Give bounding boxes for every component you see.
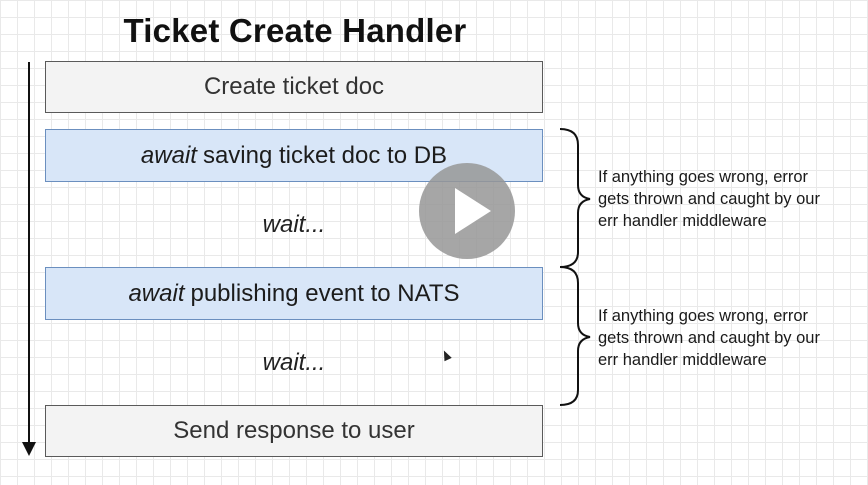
step-publish-event: await publishing event to NATS <box>45 267 543 320</box>
step-send-response: Send response to user <box>45 405 543 457</box>
note-first-line1: If anything goes wrong, error <box>598 168 809 186</box>
note-first-line2: gets thrown and caught by our <box>598 190 820 208</box>
play-icon[interactable] <box>419 163 515 259</box>
step-send-label: Send response to user <box>173 417 415 444</box>
step-publish-await: await <box>128 279 185 307</box>
error-note-first: If anything goes wrong, error gets throw… <box>598 166 863 232</box>
step-create-ticket-doc: Create ticket doc <box>45 61 543 113</box>
note-second-line1: If anything goes wrong, error <box>598 307 809 325</box>
note-second-line2: gets thrown and caught by our <box>598 329 820 347</box>
step-publish-label: publishing event to NATS <box>190 279 460 307</box>
timeline-arrow <box>22 62 36 456</box>
step-save-label: saving ticket doc to DB <box>202 141 448 169</box>
play-triangle <box>455 188 491 234</box>
step-save-await: await <box>140 141 197 169</box>
wait-label-second: wait... <box>262 349 326 376</box>
note-first-line3: err handler middleware <box>598 212 767 230</box>
brace-first <box>559 128 591 268</box>
note-second-line3: err handler middleware <box>598 351 767 369</box>
error-note-second: If anything goes wrong, error gets throw… <box>598 305 863 371</box>
step-create-label: Create ticket doc <box>203 73 385 100</box>
brace-second <box>559 266 591 406</box>
